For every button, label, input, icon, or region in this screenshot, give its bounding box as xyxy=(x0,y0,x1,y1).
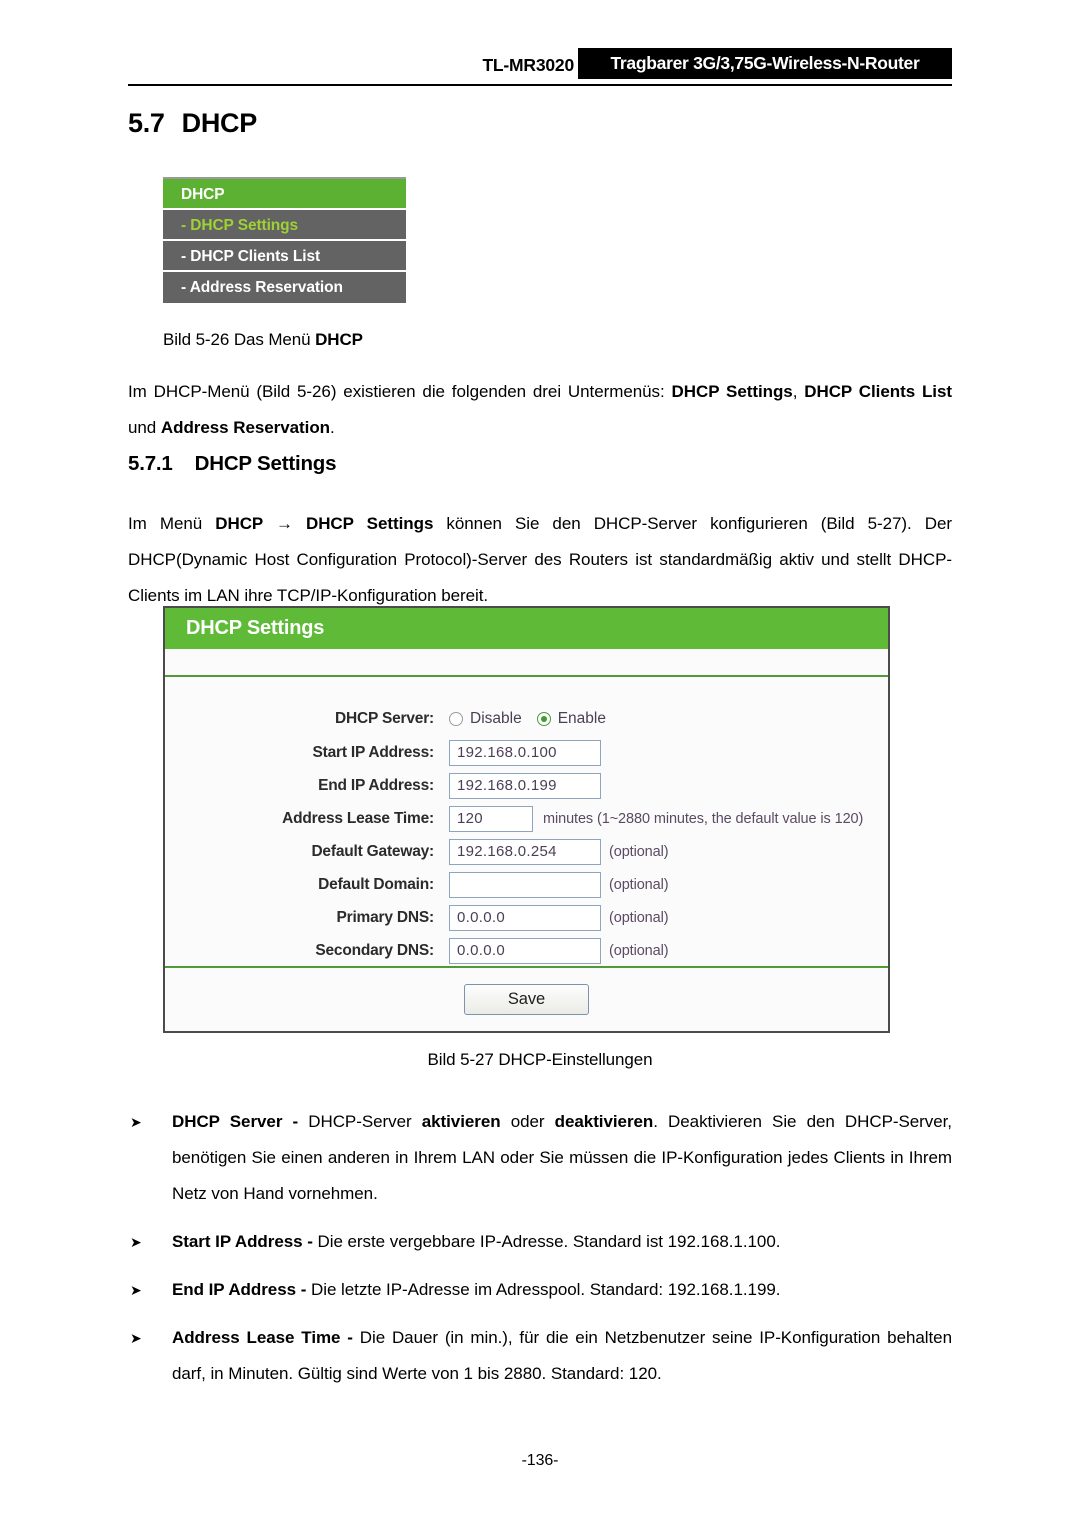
bullet-arrow-icon: ➤ xyxy=(130,1114,142,1130)
bullet-text-0-2: oder xyxy=(500,1112,555,1131)
bullet-term-address-lease-time: Address Lease Time xyxy=(172,1328,341,1347)
menu-item-dhcp-settings[interactable]: - DHCP Settings xyxy=(163,210,406,241)
bullet-dash-2: - xyxy=(296,1280,311,1299)
form-row-end-ip: End IP Address: 192.168.0.199 xyxy=(165,772,888,805)
label-dhcp-server: DHCP Server: xyxy=(335,710,434,727)
figure-caption-5-26-text: Bild 5-26 Das Menü xyxy=(163,330,316,349)
figure-caption-5-26-bold: DHCP xyxy=(315,330,363,349)
header-divider-rule xyxy=(128,84,952,86)
form-footer: Save xyxy=(165,968,888,1031)
radio-enable-label: Enable xyxy=(557,710,606,727)
bullet-arrow-icon: ➤ xyxy=(130,1234,142,1250)
form-row-default-gateway: Default Gateway: 192.168.0.254 (optional… xyxy=(165,838,888,871)
input-default-gateway[interactable]: 192.168.0.254 xyxy=(449,839,601,865)
settings-bold-dhcp-settings: DHCP Settings xyxy=(305,514,434,533)
bullet-term-dhcp-server: DHCP Server xyxy=(172,1112,283,1131)
page-number: -136- xyxy=(521,1452,559,1469)
hint-default-gateway: (optional) xyxy=(609,844,669,860)
label-end-ip-address: End IP Address: xyxy=(318,777,434,794)
radio-enable-icon[interactable] xyxy=(536,712,551,726)
radio-disable-label: Disable xyxy=(470,710,522,727)
label-start-ip-address: Start IP Address: xyxy=(312,744,434,761)
bullet-arrow-icon: ➤ xyxy=(130,1330,142,1346)
bullet-term-start-ip-address: Start IP Address xyxy=(172,1232,303,1251)
save-button[interactable]: Save xyxy=(464,984,589,1015)
bullet-term-end-ip-address: End IP Address xyxy=(172,1280,297,1299)
bullet-arrow-icon: ➤ xyxy=(130,1282,142,1298)
label-default-gateway: Default Gateway: xyxy=(311,843,434,860)
input-secondary-dns[interactable]: 0.0.0.0 xyxy=(449,938,601,964)
subsection-number: 5.7.1 xyxy=(128,452,173,475)
settings-arrow: → xyxy=(262,514,306,533)
settings-bold-dhcp: DHCP xyxy=(215,514,263,533)
bullet-dhcp-server: ➤ DHCP Server - DHCP-Server aktivieren od… xyxy=(128,1104,952,1212)
menu-header-dhcp: DHCP xyxy=(163,179,406,210)
bullet-dash-3: - xyxy=(340,1328,360,1347)
intro-text-3: und xyxy=(128,418,161,437)
subsection-title: DHCP Settings xyxy=(194,452,337,475)
label-default-domain: Default Domain: xyxy=(318,876,434,893)
input-start-ip-address[interactable]: 192.168.0.100 xyxy=(449,740,601,766)
radio-option-disable[interactable]: Disable xyxy=(449,707,522,731)
form-row-default-domain: Default Domain: (optional) xyxy=(165,871,888,904)
menu-item-address-reservation[interactable]: - Address Reservation xyxy=(163,272,406,303)
intro-bold-dhcp-clients-list: DHCP Clients List xyxy=(804,382,952,401)
form-blank-bar xyxy=(165,649,888,675)
form-title-bar: DHCP Settings xyxy=(165,608,888,649)
form-row-dhcp-server: DHCP Server: Disable Enable xyxy=(165,705,888,738)
intro-bold-address-reservation: Address Reservation xyxy=(160,418,331,437)
input-end-ip-address[interactable]: 192.168.0.199 xyxy=(449,773,601,799)
hint-default-domain: (optional) xyxy=(609,877,669,893)
figure-caption-5-27: Bild 5-27 DHCP-Einstellungen xyxy=(427,1050,653,1069)
figure-caption-5-26: Bild 5-26 Das Menü DHCP xyxy=(163,330,363,350)
settings-paragraph: Im Menü DHCP → DHCP Settings können Sie … xyxy=(128,506,952,614)
form-row-address-lease-time: Address Lease Time: 120 minutes (1~2880 … xyxy=(165,805,888,838)
input-primary-dns[interactable]: 0.0.0.0 xyxy=(449,905,601,931)
input-default-domain[interactable] xyxy=(449,872,601,898)
bullet-address-lease-time: ➤ Address Lease Time - Die Dauer (in min.… xyxy=(128,1320,952,1392)
hint-primary-dns: (optional) xyxy=(609,910,669,926)
input-address-lease-time[interactable]: 120 xyxy=(449,806,533,832)
form-row-start-ip: Start IP Address: 192.168.0.100 xyxy=(165,739,888,772)
intro-text-1: Im DHCP-Menü (Bild 5-26) existieren die … xyxy=(128,382,672,401)
bullet-list: ➤ DHCP Server - DHCP-Server aktivieren od… xyxy=(128,1104,952,1392)
document-page: TL-MR3020 Tragbarer 3G/3,75G-Wireless-N-… xyxy=(0,0,1080,1527)
section-number: 5.7 xyxy=(128,108,165,138)
form-body: DHCP Server: Disable Enable Start IP Add… xyxy=(165,677,888,966)
radio-option-enable[interactable]: Enable xyxy=(536,707,606,731)
label-secondary-dns: Secondary DNS: xyxy=(315,942,434,959)
bullet-text-0-3: deaktivieren xyxy=(554,1112,654,1131)
label-primary-dns: Primary DNS: xyxy=(336,909,434,926)
menu-item-dhcp-clients-list[interactable]: - DHCP Clients List xyxy=(163,241,406,272)
bullet-text-0-1: aktivieren xyxy=(421,1112,501,1131)
dhcp-settings-screenshot: DHCP Settings DHCP Server: Disable Enabl… xyxy=(163,606,890,1033)
bullet-text-0-0: DHCP-Server xyxy=(308,1112,422,1131)
bullet-dash-0: - xyxy=(282,1112,309,1131)
bullet-end-ip-address: ➤ End IP Address - Die letzte IP-Adresse … xyxy=(128,1272,952,1308)
hint-secondary-dns: (optional) xyxy=(609,943,669,959)
header-product-tag: Tragbarer 3G/3,75G-Wireless-N-Router xyxy=(578,48,952,79)
intro-paragraph: Im DHCP-Menü (Bild 5-26) existieren die … xyxy=(128,374,952,446)
form-row-primary-dns: Primary DNS: 0.0.0.0 (optional) xyxy=(165,904,888,937)
section-heading: 5.7 DHCP xyxy=(128,108,257,139)
settings-text-1: Im Menü xyxy=(128,514,216,533)
bullet-text-1-0: Die erste vergebbare IP-Adresse. Standar… xyxy=(317,1232,781,1251)
label-address-lease-time: Address Lease Time: xyxy=(282,810,434,827)
header-model-name: TL-MR3020 xyxy=(482,55,574,75)
intro-bold-dhcp-settings: DHCP Settings xyxy=(671,382,793,401)
bullet-dash-1: - xyxy=(302,1232,318,1251)
subsection-heading: 5.7.1 DHCP Settings xyxy=(128,452,336,476)
radio-disable-icon[interactable] xyxy=(449,712,463,726)
intro-text-4: . xyxy=(330,418,335,437)
section-title: DHCP xyxy=(181,108,258,138)
dhcp-menu-screenshot: DHCP - DHCP Settings - DHCP Clients List… xyxy=(163,177,406,303)
bullet-start-ip-address: ➤ Start IP Address - Die erste vergebbare… xyxy=(128,1224,952,1260)
radio-group-dhcp-server: Disable Enable xyxy=(449,707,606,731)
hint-address-lease-time: minutes (1~2880 minutes, the default val… xyxy=(543,811,864,827)
bullet-text-2-0: Die letzte IP-Adresse im Adresspool. Sta… xyxy=(310,1280,781,1299)
intro-text-2: , xyxy=(792,382,805,401)
